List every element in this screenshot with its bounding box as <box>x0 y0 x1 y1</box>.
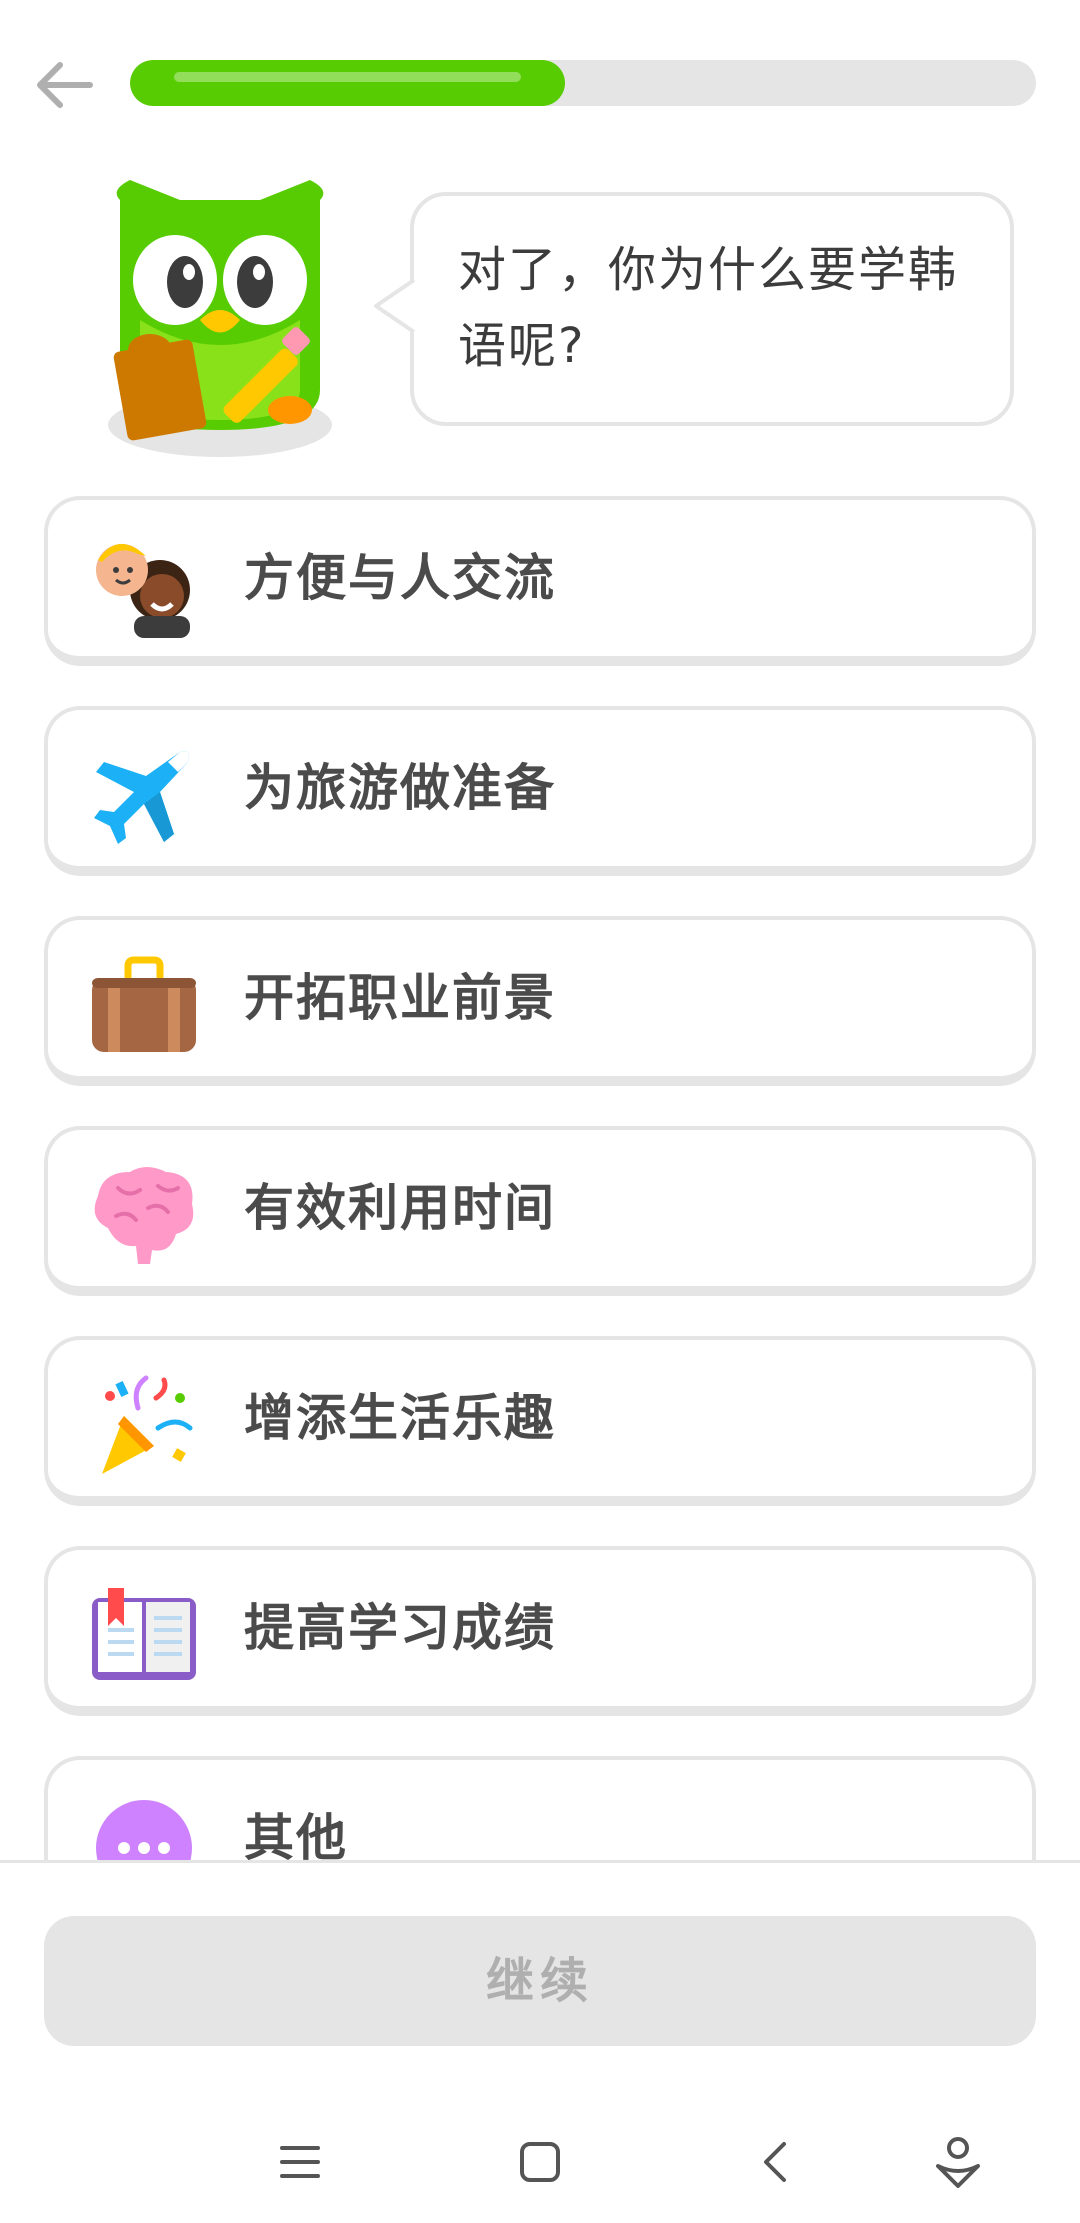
airplane-icon <box>94 751 189 844</box>
progress-fill <box>130 60 565 106</box>
lesson-progress-bar <box>130 60 1036 106</box>
nav-assistant-button[interactable] <box>918 2122 998 2202</box>
owl-mascot-icon <box>100 170 340 460</box>
more-dots-icon <box>96 1800 192 1860</box>
system-navigation-bar <box>0 2100 1080 2223</box>
nav-home-button[interactable] <box>500 2122 580 2202</box>
back-chevron-icon <box>764 2142 786 2182</box>
option-use-time[interactable]: 有效利用时间 <box>44 1126 1036 1296</box>
people-icon <box>96 543 190 638</box>
option-label: 增添生活乐趣 <box>244 1389 556 1447</box>
arrow-left-icon <box>37 62 93 108</box>
book-icon <box>92 1588 196 1680</box>
nav-back-button[interactable] <box>736 2122 816 2202</box>
option-label: 有效利用时间 <box>244 1179 556 1237</box>
footer-divider <box>0 1860 1080 1863</box>
option-travel[interactable]: 为旅游做准备 <box>44 706 1036 876</box>
brain-icon <box>94 1167 194 1264</box>
progress-shine <box>174 72 521 82</box>
option-school[interactable]: 提高学习成绩 <box>44 1546 1036 1716</box>
assistant-icon <box>936 2137 980 2188</box>
home-square-icon <box>520 2142 560 2182</box>
option-label: 提高学习成绩 <box>244 1599 556 1657</box>
option-career[interactable]: 开拓职业前景 <box>44 916 1036 1086</box>
continue-button[interactable]: 继续 <box>44 1916 1036 2046</box>
party-popper-icon <box>102 1375 193 1474</box>
option-label: 开拓职业前景 <box>244 969 556 1027</box>
speech-bubble: 对了，你为什么要学韩语呢? <box>410 192 1014 426</box>
question-text: 对了，你为什么要学韩语呢? <box>458 242 959 374</box>
option-other[interactable]: 其他 <box>44 1756 1036 1860</box>
menu-icon <box>280 2146 320 2178</box>
speech-bubble-tail <box>374 278 416 334</box>
option-label: 为旅游做准备 <box>244 759 556 817</box>
back-button[interactable] <box>30 50 100 120</box>
option-label: 方便与人交流 <box>244 549 556 607</box>
briefcase-icon <box>92 956 196 1052</box>
option-label: 其他 <box>244 1809 348 1860</box>
nav-menu-button[interactable] <box>260 2122 340 2202</box>
option-fun[interactable]: 增添生活乐趣 <box>44 1336 1036 1506</box>
options-list: 方便与人交流 为旅游做准备 开拓职业前景 有效利用时间 增添生活乐趣 提高学习成… <box>0 480 1080 1860</box>
option-communicate[interactable]: 方便与人交流 <box>44 496 1036 666</box>
